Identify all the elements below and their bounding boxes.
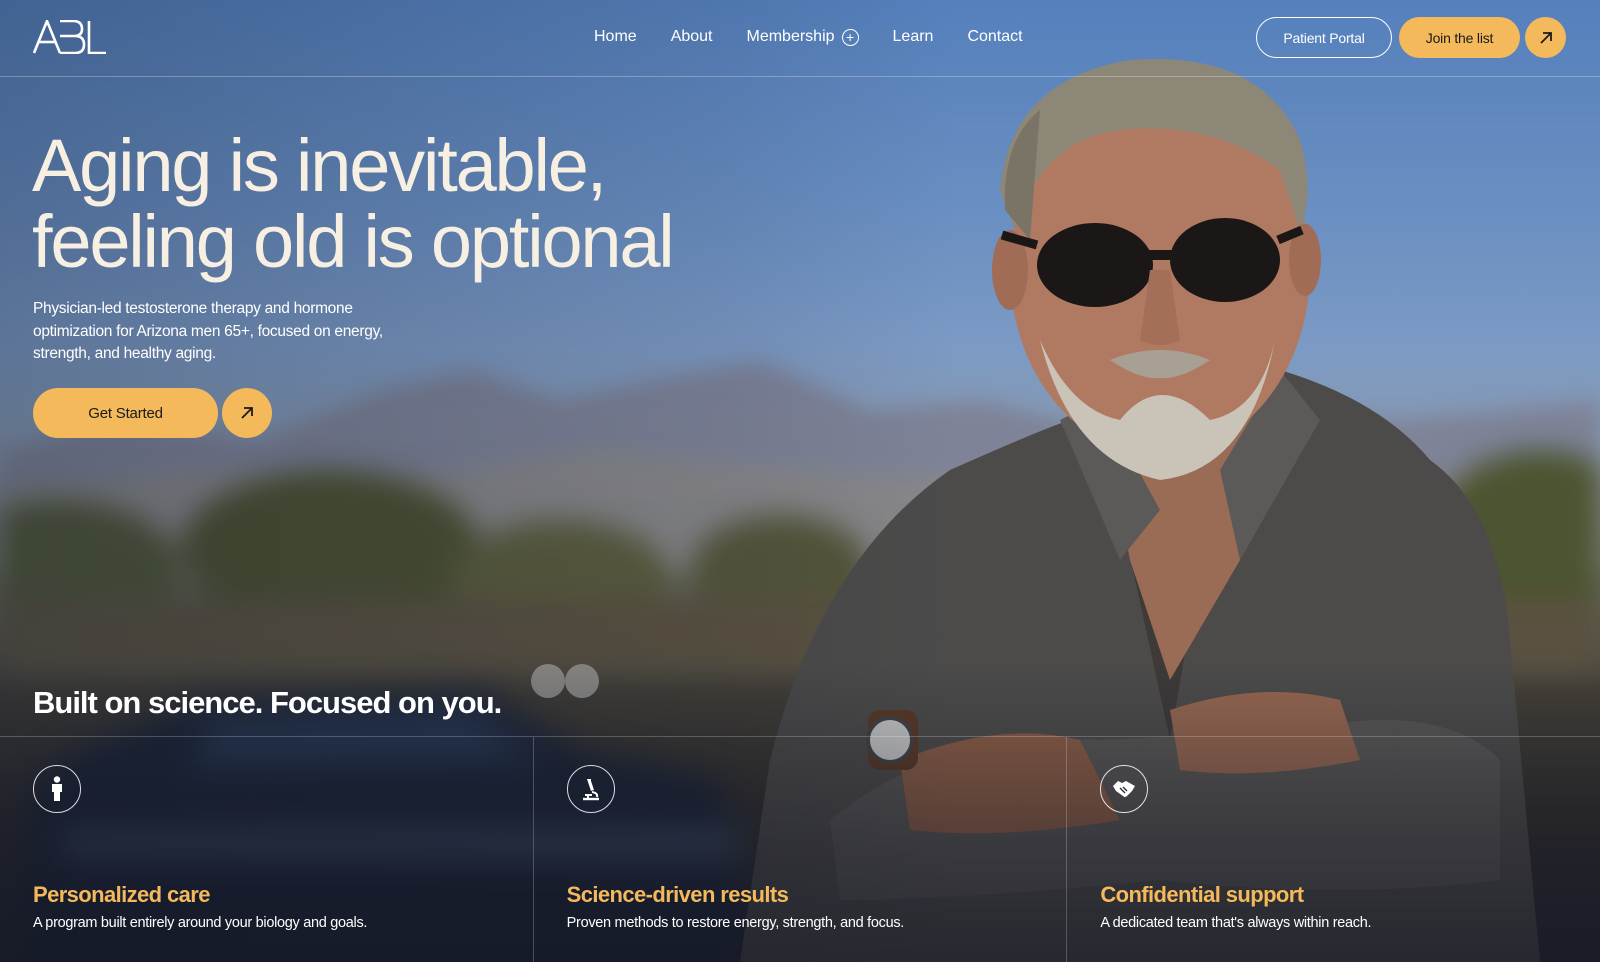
feature-science-driven: Science-driven results Proven methods to…: [534, 737, 1068, 962]
join-the-list-button[interactable]: Join the list: [1399, 17, 1520, 58]
nav-contact[interactable]: Contact: [967, 27, 1022, 47]
patient-portal-button[interactable]: Patient Portal: [1256, 17, 1392, 58]
abl-logo[interactable]: [33, 20, 107, 54]
nav-contact-label: Contact: [967, 28, 1023, 45]
nav-membership-label: Membership: [746, 28, 835, 45]
site-header: Home About Membership + Learn Contact Pa…: [0, 0, 1600, 77]
carousel-dot-1[interactable]: [531, 664, 565, 698]
arrow-up-right-icon: [1539, 31, 1552, 44]
feature-title: Science-driven results: [566, 882, 789, 907]
handshake-icon: [1100, 765, 1149, 813]
plus-circle-icon[interactable]: +: [841, 28, 859, 46]
nav-learn[interactable]: Learn: [893, 27, 934, 47]
main-nav: Home About Membership + Learn Contact: [594, 27, 1057, 47]
nav-about[interactable]: About: [671, 27, 713, 47]
hero-title: Aging is inevitable, feeling old is opti…: [32, 128, 792, 280]
features-row: Personalized care A program built entire…: [0, 736, 1600, 962]
person-icon: [33, 765, 81, 813]
microscope-icon: [566, 765, 615, 813]
feature-description: A dedicated team that's always within re…: [1100, 915, 1372, 931]
feature-confidential-support: Confidential support A dedicated team th…: [1067, 737, 1600, 962]
arrow-up-right-icon: [241, 407, 253, 419]
nav-learn-label: Learn: [892, 28, 934, 45]
nav-membership[interactable]: Membership +: [747, 27, 859, 47]
nav-home[interactable]: Home: [594, 27, 637, 47]
feature-title: Confidential support: [1100, 882, 1304, 907]
hero-title-line2: feeling old is optional: [32, 200, 675, 283]
features-heading: Built on science. Focused on you.: [33, 685, 502, 720]
nav-home-label: Home: [594, 28, 637, 45]
feature-personalized-care: Personalized care A program built entire…: [0, 737, 534, 962]
feature-description: A program built entirely around your bio…: [33, 915, 368, 931]
feature-description: Proven methods to restore energy, streng…: [566, 915, 905, 931]
hero-subtitle: Physician-led testosterone therapy and h…: [33, 300, 383, 362]
nav-about-label: About: [670, 28, 713, 45]
get-started-button[interactable]: Get Started: [33, 388, 218, 438]
get-started-arrow-button[interactable]: [222, 388, 272, 438]
hero-title-line1: Aging is inevitable,: [32, 124, 607, 207]
join-arrow-button[interactable]: [1525, 17, 1566, 58]
carousel-dot-2[interactable]: [565, 664, 599, 698]
feature-title: Personalized care: [33, 882, 211, 907]
